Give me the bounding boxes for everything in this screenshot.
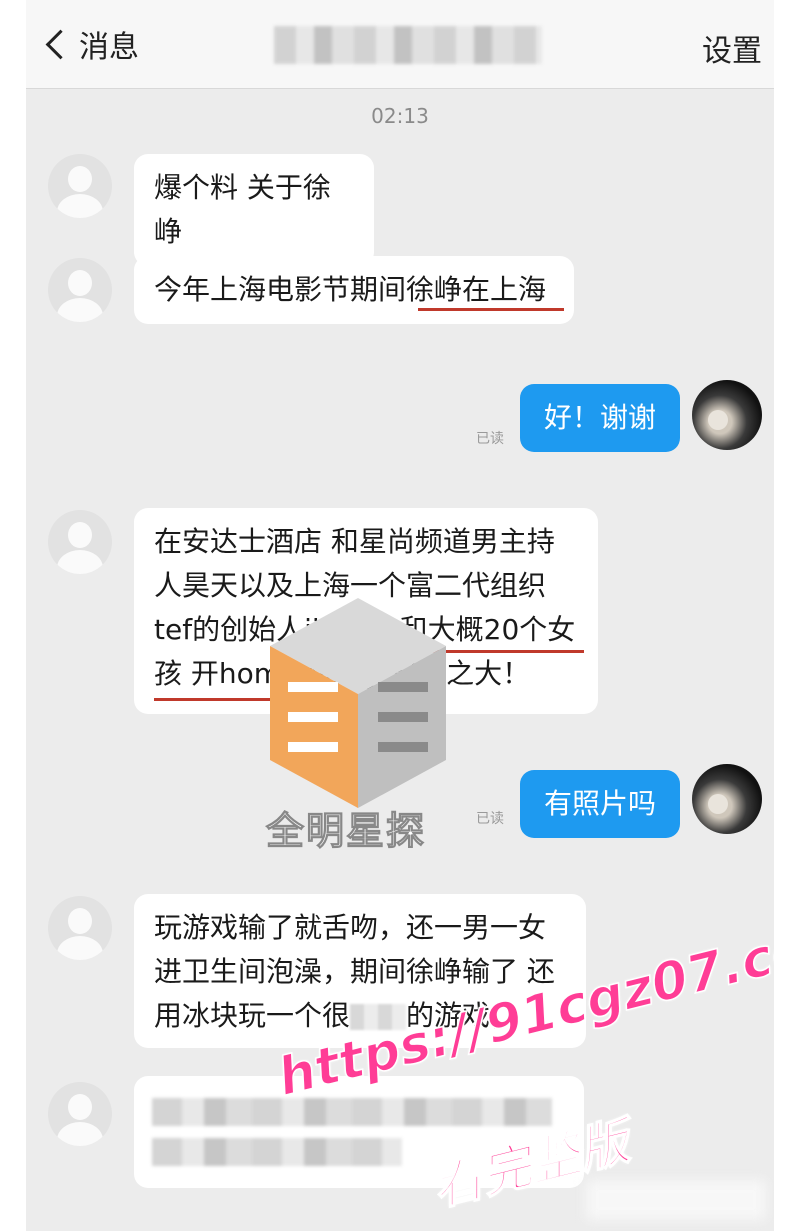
read-status: 已读 — [476, 811, 504, 827]
message-bubble-incoming: 今年上海电影节期间徐峥在上海 — [134, 256, 574, 324]
nav-bar: 消息 设置 — [26, 0, 774, 89]
avatar[interactable] — [48, 896, 112, 960]
my-avatar[interactable] — [692, 764, 762, 834]
avatar[interactable] — [48, 510, 112, 574]
watermark-brand: 全明星探 — [265, 809, 427, 854]
highlight-underline — [418, 308, 564, 311]
my-avatar[interactable] — [692, 380, 762, 450]
settings-button[interactable]: 设置 — [702, 26, 762, 70]
message-bubble-outgoing: 好！谢谢 — [520, 384, 680, 452]
back-label: 消息 — [79, 30, 139, 65]
avatar[interactable] — [48, 154, 112, 218]
chevron-left-icon — [45, 29, 76, 59]
message-bubble-outgoing: 有照片吗 — [520, 770, 680, 838]
back-button[interactable]: 消息 — [44, 22, 139, 66]
input-bar-fragment — [586, 1180, 766, 1220]
chat-screen: 消息 设置 02:13 爆个料 关于徐峥 今年上海电影节期间徐峥在上海 已读 好… — [26, 0, 774, 1231]
read-status: 已读 — [476, 431, 504, 447]
avatar[interactable] — [48, 1082, 112, 1146]
avatar[interactable] — [48, 258, 112, 322]
contact-name-redacted — [274, 26, 542, 64]
timestamp: 02:13 — [371, 104, 429, 128]
message-bubble-incoming: 爆个料 关于徐峥 — [134, 154, 374, 266]
